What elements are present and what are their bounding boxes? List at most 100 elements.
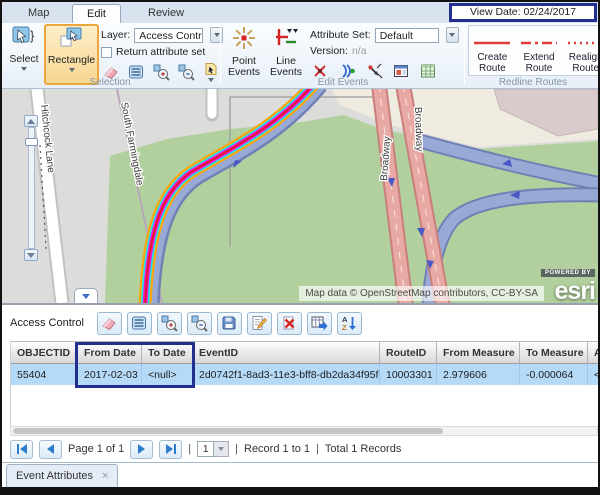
version-label: Version:: [310, 45, 348, 57]
line-events-button[interactable]: Line Events: [266, 25, 306, 81]
rectangle-select-icon: [59, 37, 85, 54]
pan-to-selection-button[interactable]: [187, 312, 212, 335]
tab-review[interactable]: Review: [134, 4, 198, 23]
last-page-button[interactable]: [159, 440, 182, 459]
column-header-to-date[interactable]: To Date: [142, 342, 193, 364]
column-header-access[interactable]: Access: [588, 342, 598, 364]
column-header-from-date[interactable]: From Date: [78, 342, 142, 364]
zoom-out-selection-icon: [190, 314, 208, 332]
rectangle-dropdown-caret[interactable]: [69, 68, 75, 72]
ribbon-tabbar: Map Edit Review View Date: 02/24/2017: [2, 2, 598, 23]
panel-collapse-arrow[interactable]: [74, 288, 98, 303]
sort-records-button[interactable]: AZ: [337, 312, 362, 335]
map-zoom-slider[interactable]: [24, 115, 38, 261]
map-canvas[interactable]: Hitchcock Lane South Farmingdale Broadwa…: [2, 89, 598, 305]
cell-to-measure: -0.000064: [520, 364, 588, 385]
edit-attributes-button[interactable]: [247, 312, 272, 335]
sort-az-icon: AZ: [340, 314, 358, 332]
cell-access: <null>: [588, 364, 598, 385]
page-number-select[interactable]: 1: [197, 441, 229, 457]
realign-route-button[interactable]: Realign Route: [562, 26, 598, 75]
cell-to-date: <null>: [142, 364, 193, 385]
ribbon: } Select Rectangle Layer:: [2, 23, 598, 89]
svg-text:}: }: [30, 28, 35, 43]
save-icon: [220, 314, 238, 332]
cell-from-measure: 2.979606: [437, 364, 520, 385]
tab-edit[interactable]: Edit: [72, 4, 121, 23]
create-route-button[interactable]: Create Route: [469, 26, 516, 75]
page-select-dropdown[interactable]: [214, 441, 229, 457]
street-label-broadway-right: Broadway: [412, 107, 425, 152]
close-tab-icon[interactable]: ×: [102, 471, 108, 481]
clear-selection-button[interactable]: [97, 312, 122, 335]
column-header-to-measure[interactable]: To Measure: [520, 342, 588, 364]
ribbon-divider: [220, 27, 221, 84]
cell-objectid: 55404: [11, 364, 78, 385]
map-attribution: Map data © OpenStreetMap contributors, C…: [299, 286, 544, 301]
extend-route-icon: [519, 39, 559, 47]
select-tool-icon: }: [11, 36, 37, 53]
selection-group-label: Selection: [2, 77, 218, 88]
view-date-callout: View Date: 02/24/2017: [449, 3, 597, 22]
record-range-label: Record 1 to 1: [244, 443, 310, 455]
table-pagination: Page 1 of 1 | 1 | Record 1 to 1 | Total …: [2, 436, 598, 462]
scrollbar-thumb[interactable]: [13, 428, 443, 434]
previous-page-button[interactable]: [39, 440, 62, 459]
extend-route-button[interactable]: Extend Route: [516, 26, 563, 75]
layer-label: Layer:: [101, 29, 130, 41]
line-events-icon: [273, 38, 299, 55]
next-page-button[interactable]: [130, 440, 153, 459]
zoom-to-selection-button[interactable]: [157, 312, 182, 335]
attribute-set-dropdown-button[interactable]: [446, 27, 459, 43]
group-selection: } Select Rectangle Layer:: [2, 23, 218, 89]
column-header-from-measure[interactable]: From Measure: [437, 342, 520, 364]
point-events-button[interactable]: Point Events: [224, 25, 264, 81]
cell-eventid: 2d0742f1-8ad3-11e3-bff8-db2da34f95fe: [193, 364, 380, 385]
version-value: n/a: [352, 45, 367, 57]
create-route-icon: [472, 39, 512, 47]
group-redline-routes: Create Route Extend Route Realign Route …: [468, 23, 598, 89]
table-header-row: OBJECTID From Date To Date EventID Route…: [11, 342, 598, 364]
show-selected-records-button[interactable]: [127, 312, 152, 335]
rectangle-select-button[interactable]: Rectangle: [44, 24, 99, 85]
layer-title: Access Control: [10, 317, 84, 329]
svg-text:Z: Z: [342, 323, 347, 332]
column-header-eventid[interactable]: EventID: [193, 342, 380, 364]
zoom-slider-down-button[interactable]: [24, 249, 38, 261]
return-attribute-set-label: Return attribute set: [116, 46, 205, 58]
bottom-tab-strip: Event Attributes ×: [2, 462, 598, 487]
column-header-objectid[interactable]: OBJECTID: [11, 342, 78, 364]
attribute-set-combobox[interactable]: Default: [375, 28, 439, 43]
realign-route-icon: [566, 39, 598, 47]
total-records-label: Total 1 Records: [325, 443, 401, 455]
export-table-button[interactable]: [307, 312, 332, 335]
zoom-slider-track[interactable]: [28, 127, 35, 249]
zoom-in-selection-icon: [160, 314, 178, 332]
cell-from-date: 2017-02-03: [78, 364, 142, 385]
table-export-icon: [310, 314, 328, 332]
delete-records-button[interactable]: [277, 312, 302, 335]
tab-event-attributes[interactable]: Event Attributes ×: [6, 464, 118, 487]
edit-icon: [250, 314, 268, 332]
first-page-button[interactable]: [10, 440, 33, 459]
attribute-panel-toolbar: Access Control: [2, 305, 598, 341]
select-dropdown-caret[interactable]: [21, 67, 27, 71]
tab-map[interactable]: Map: [14, 4, 63, 23]
layer-combobox[interactable]: Access Control: [134, 28, 203, 43]
group-edit-events: Point Events Line Events Attribute Set: …: [224, 23, 462, 89]
return-attribute-set-checkbox[interactable]: [101, 47, 112, 58]
select-button[interactable]: } Select: [6, 25, 42, 83]
column-header-routeid[interactable]: RouteID: [380, 342, 437, 364]
zoom-slider-up-button[interactable]: [24, 115, 38, 127]
zoom-slider-thumb[interactable]: [25, 138, 38, 146]
list-icon: [130, 314, 148, 332]
event-attributes-panel: Access Control: [2, 305, 598, 462]
redline-routes-group-label: Redline Routes: [468, 77, 598, 88]
table-row-selected[interactable]: 55404 2017-02-03 <null> 2d0742f1-8ad3-11…: [11, 364, 598, 385]
save-button[interactable]: [217, 312, 242, 335]
cell-routeid: 10003301: [380, 364, 437, 385]
app-window: Map Edit Review View Date: 02/24/2017 } …: [2, 2, 598, 487]
table-horizontal-scrollbar[interactable]: [10, 426, 598, 436]
point-events-icon: [231, 38, 257, 55]
layer-dropdown-button[interactable]: [210, 27, 223, 43]
